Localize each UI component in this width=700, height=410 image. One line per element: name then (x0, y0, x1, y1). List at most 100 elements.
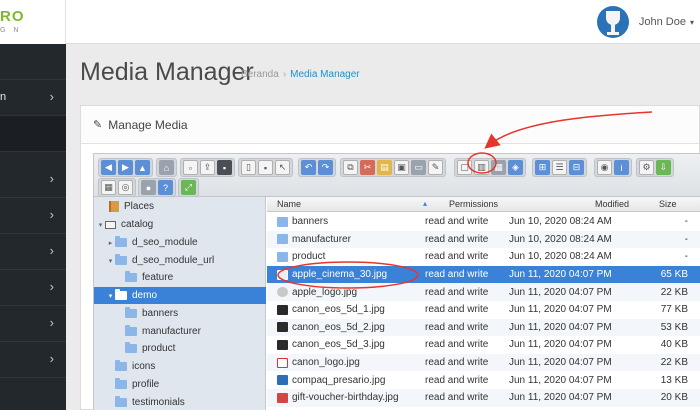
select-icon[interactable]: ↖ (275, 160, 290, 175)
chevron-right-icon: › (49, 171, 54, 186)
file-manager-toolbar: ◀ ▶ ▲ ⌂ ▫ ⇪ ▪ ▯ ▪ ↖ ↶ ↷ ⧉ ✂ ▤ ▣ ▭ ✎ ▢ ▥ … (94, 154, 700, 197)
undo-icon[interactable]: ↶ (301, 160, 316, 175)
copy-icon[interactable]: ⧉ (343, 160, 358, 175)
chevron-right-icon: › (49, 351, 54, 366)
column-modified[interactable]: Modified (595, 199, 629, 209)
book-icon (109, 201, 119, 212)
camera-icon (277, 339, 288, 350)
breadcrumb-current[interactable]: Media Manager (290, 69, 359, 80)
avatar[interactable] (596, 6, 629, 38)
settings-icon[interactable]: ⚙ (639, 160, 654, 175)
tree-item-demo[interactable]: ▾ demo (94, 287, 266, 304)
sidebar-item[interactable]: › (0, 234, 66, 270)
extract-icon[interactable]: ◈ (508, 160, 523, 175)
sort-icon[interactable]: ● (141, 180, 156, 195)
folder-icon (125, 325, 137, 336)
sidebar-item[interactable]: › (0, 270, 66, 306)
logo-icon (277, 357, 288, 368)
sidebar-item[interactable]: n › (0, 80, 66, 116)
sidebar-item[interactable] (0, 44, 66, 80)
user-menu[interactable]: John Doe ▾ (596, 0, 700, 44)
tree-item-profile[interactable]: profile (106, 376, 159, 393)
upload-icon[interactable]: ⇪ (200, 160, 215, 175)
folder-icon (115, 236, 127, 247)
sidebar-item[interactable]: › (0, 306, 66, 342)
tree-item-product[interactable]: product (116, 340, 175, 357)
sort-ascending-icon[interactable]: ▴ (423, 199, 427, 208)
sidebar-item[interactable] (0, 116, 66, 152)
download-icon[interactable]: ⇩ (656, 160, 671, 175)
folder-icon (277, 216, 288, 227)
column-size[interactable]: Size (659, 199, 677, 209)
save-icon[interactable]: ▪ (217, 160, 232, 175)
file-row[interactable]: canon_logo.jpg read and write Jun 11, 2020… (267, 353, 700, 372)
file-manager: ◀ ▶ ▲ ⌂ ▫ ⇪ ▪ ▯ ▪ ↖ ↶ ↷ ⧉ ✂ ▤ ▣ ▭ ✎ ▢ ▥ … (93, 153, 700, 410)
file-row[interactable]: canon_eos_5d_2.jpg read and write Jun 11, … (267, 318, 700, 337)
toolbar-group-row2-c: ⤢ (178, 178, 199, 197)
file-row[interactable]: banners read and write Jun 10, 2020 08:24 … (267, 213, 700, 231)
user-name[interactable]: John Doe (639, 16, 686, 28)
breadcrumb-home[interactable]: Beranda (241, 69, 279, 80)
tree-item-manufacturer[interactable]: manufacturer (116, 323, 201, 340)
open-icon[interactable]: ▯ (241, 160, 256, 175)
eye-icon[interactable]: ◉ (597, 160, 612, 175)
new-file-icon[interactable]: ▫ (183, 160, 198, 175)
info-icon[interactable]: i (614, 160, 629, 175)
duplicate-icon[interactable]: ▣ (394, 160, 409, 175)
home-icon[interactable]: ⌂ (159, 160, 174, 175)
save-as-icon[interactable]: ▪ (258, 160, 273, 175)
chevron-down-icon: ▾ (98, 221, 103, 229)
paste-icon[interactable]: ▤ (377, 160, 392, 175)
toolbar-group-home: ⌂ (156, 158, 177, 177)
column-name[interactable]: Name (277, 199, 301, 209)
tree-item-d-seo-module-url[interactable]: ▾ d_seo_module_url (106, 252, 214, 269)
logo[interactable]: RO G N (0, 0, 66, 44)
fullscreen-icon[interactable]: ◎ (118, 180, 133, 195)
rename-icon[interactable]: ▭ (411, 160, 426, 175)
file-row[interactable]: manufacturer read and write Jun 10, 2020 0… (267, 230, 700, 249)
sidebar-item[interactable]: › (0, 198, 66, 234)
file-row[interactable]: compaq_presario.jpg read and write Jun 11,… (267, 371, 700, 389)
grid-view-icon[interactable]: ⊞ (535, 160, 550, 175)
sidebar-item-label: n (0, 91, 7, 103)
up-icon[interactable]: ▲ (135, 160, 150, 175)
edit-icon[interactable]: ✎ (428, 160, 443, 175)
redo-icon[interactable]: ↷ (318, 160, 333, 175)
chevron-right-icon: › (49, 315, 54, 330)
manage-media-panel: ✎ Manage Media ◀ ▶ ▲ ⌂ ▫ ⇪ ▪ ▯ ▪ ↖ ↶ ↷ ⧉… (80, 105, 700, 410)
sidebar-item[interactable]: › (0, 162, 66, 198)
resize-icon[interactable]: ▥ (474, 160, 489, 175)
toolbar-group-files: ▫ ⇪ ▪ (180, 158, 235, 177)
apple-icon (277, 287, 288, 298)
forward-icon[interactable]: ▶ (118, 160, 133, 175)
preview-icon[interactable]: ▢ (457, 160, 472, 175)
tree-item-places[interactable]: Places (100, 198, 154, 215)
sidebar-item[interactable]: › (0, 342, 66, 378)
tree-item-catalog[interactable]: ▾ catalog (96, 216, 154, 233)
tree-view-icon[interactable]: ⊟ (569, 160, 584, 175)
file-row[interactable]: apple_cinema_30.jpg read and write Jun 11,… (267, 265, 700, 284)
file-row[interactable]: canon_eos_5d_1.jpg read and write Jun 11, … (267, 301, 700, 319)
expand-icon[interactable]: ⤢ (181, 180, 196, 195)
file-row[interactable]: canon_eos_5d_3.jpg read and write Jun 11, … (267, 336, 700, 354)
file-row[interactable]: apple_logo.jpg read and write Jun 11, 2020… (267, 283, 700, 301)
help-icon[interactable]: ? (158, 180, 173, 195)
chevron-down-icon[interactable]: ▾ (690, 18, 694, 27)
column-permissions[interactable]: Permissions (449, 199, 498, 209)
tree-item-testimonials[interactable]: testimonials (106, 394, 185, 410)
toolbar-group-extra: ⚙ ⇩ (636, 158, 674, 177)
archive-icon[interactable]: ▦ (491, 160, 506, 175)
thumbnails-icon[interactable]: ▦ (101, 180, 116, 195)
file-row[interactable]: product read and write Jun 10, 2020 08:24 … (267, 248, 700, 266)
tree-item-banners[interactable]: banners (116, 305, 178, 322)
file-row[interactable]: gift-voucher-birthday.jpg read and write J… (267, 389, 700, 407)
folder-icon (115, 378, 127, 389)
toolbar-group-history: ↶ ↷ (298, 158, 336, 177)
tree-item-icons[interactable]: icons (106, 358, 155, 375)
cut-icon[interactable]: ✂ (360, 160, 375, 175)
tree-item-d-seo-module[interactable]: ▸ d_seo_module (106, 234, 198, 251)
folder-icon (125, 342, 137, 353)
tree-item-feature[interactable]: feature (116, 269, 173, 286)
back-icon[interactable]: ◀ (101, 160, 116, 175)
list-view-icon[interactable]: ☰ (552, 160, 567, 175)
